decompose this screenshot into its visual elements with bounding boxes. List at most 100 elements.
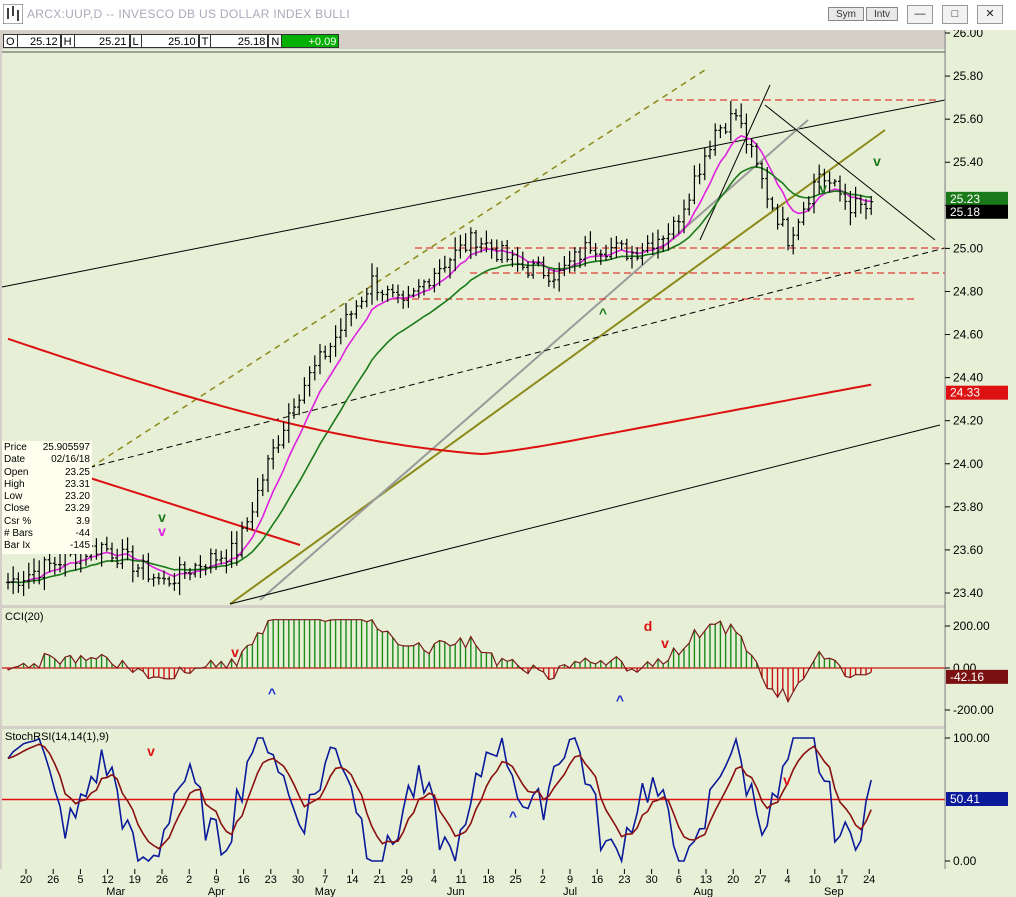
x-tick-label: 2 [540, 874, 546, 886]
y-tick-label: 25.40 [953, 155, 983, 169]
x-month-label: Mar [106, 886, 125, 897]
red-v-marker: v [783, 772, 791, 788]
cci-panel [2, 608, 945, 726]
x-tick-label: 26 [47, 874, 59, 886]
x-tick-label: 30 [292, 874, 304, 886]
cursor-info-box: Price 25.905597 Date 02/16/18 Open 23.25 Hi… [2, 441, 92, 554]
x-tick-label: 7 [322, 874, 328, 886]
x-tick-label: 14 [346, 874, 358, 886]
x-month-label: Aug [693, 886, 713, 897]
low-value: 25.10 [141, 34, 199, 48]
window-title: ARCX:UUP,D -- INVESCO DB US DOLLAR INDEX… [27, 7, 350, 21]
red-d-marker: d [644, 618, 653, 634]
info-row: Bar Ix -145 [4, 540, 90, 552]
last-label: T [198, 34, 212, 48]
x-tick-label: 29 [401, 874, 413, 886]
x-tick-label: 5 [77, 874, 83, 886]
cci-tick-label: 200.00 [953, 619, 990, 633]
interval-button[interactable]: Intv [866, 7, 898, 21]
red-v-marker: v [147, 743, 155, 759]
price-panel [2, 49, 945, 605]
blue-caret-marker: ^ [268, 685, 276, 701]
x-tick-label: 11 [455, 874, 466, 886]
net-change-value: +0.09 [282, 34, 340, 48]
x-tick-label: 18 [482, 874, 494, 886]
x-tick-label: 16 [591, 874, 603, 886]
x-tick-label: 2 [186, 874, 192, 886]
x-tick-label: 19 [129, 874, 141, 886]
last-value: 25.18 [211, 34, 269, 48]
x-tick-label: 20 [727, 874, 739, 886]
info-row: Close 23.29 [4, 503, 90, 515]
low-label: L [129, 34, 142, 48]
y-tick-label: 26.00 [953, 30, 983, 40]
x-tick-label: 30 [645, 874, 657, 886]
x-tick-label: 26 [156, 874, 168, 886]
x-tick-label: 16 [237, 874, 249, 886]
info-row: Open 23.25 [4, 466, 90, 478]
y-tick-label: 23.60 [953, 543, 983, 557]
info-row: High 23.31 [4, 478, 90, 490]
title-bar: ARCX:UUP,D -- INVESCO DB US DOLLAR INDEX… [0, 0, 1016, 31]
net-label: N [268, 34, 283, 48]
y-tick-label: 24.00 [953, 457, 983, 471]
high-value: 25.21 [74, 34, 130, 48]
cci-tick-label: -200.00 [953, 703, 994, 717]
y-tick-label: 25.00 [953, 241, 983, 255]
ma-mid-price-label: 25.23 [950, 192, 980, 206]
y-tick-label: 23.40 [953, 586, 983, 600]
x-tick-label: 9 [567, 874, 573, 886]
info-row: Low 23.20 [4, 491, 90, 503]
info-row: Price 25.905597 [4, 442, 90, 453]
x-tick-label: 6 [676, 874, 682, 886]
close-icon[interactable]: ✕ [977, 5, 1003, 24]
x-tick-label: 10 [809, 874, 821, 886]
open-label: O [3, 34, 18, 48]
last-price-label: 25.18 [950, 205, 980, 219]
info-row: Date 02/16/18 [4, 454, 90, 466]
high-label: H [60, 34, 75, 48]
blue-caret-marker: ^ [509, 808, 517, 824]
stoch-tick-label: 0.00 [953, 854, 977, 868]
y-tick-label: 25.80 [953, 69, 983, 83]
red-v-marker: v [231, 644, 239, 660]
y-tick-label: 24.20 [953, 414, 983, 428]
stochrsi-title: StochRSI(14,14(1),9) [5, 731, 109, 743]
x-tick-label: 24 [863, 874, 875, 886]
x-tick-label: 9 [213, 874, 219, 886]
chart-area: vvvv^v^dv^v^v 26.0025.8025.6025.4025.202… [0, 30, 1016, 897]
x-month-label: Apr [208, 886, 225, 897]
x-tick-label: 4 [785, 874, 791, 886]
green-v-marker: v [873, 153, 881, 169]
cci-title: CCI(20) [5, 611, 44, 623]
open-value: 25.12 [17, 34, 61, 48]
maximize-icon[interactable]: □ [942, 5, 968, 24]
green-v-marker: v [819, 180, 827, 196]
y-tick-label: 24.60 [953, 328, 983, 342]
x-tick-label: 21 [373, 874, 385, 886]
x-month-label: Jul [563, 886, 577, 897]
stoch-tick-label: 100.00 [953, 731, 990, 745]
x-tick-label: 23 [618, 874, 630, 886]
info-row: # Bars -44 [4, 528, 90, 540]
green-caret-marker: ^ [599, 305, 607, 321]
x-tick-label: 23 [265, 874, 277, 886]
chart-app-icon [3, 4, 23, 24]
x-month-label: May [315, 886, 336, 897]
x-tick-label: 25 [509, 874, 521, 886]
quote-bar: O 25.12 H 25.21 L 25.10 T 25.18 N +0.09 [3, 34, 340, 48]
y-tick-label: 23.80 [953, 500, 983, 514]
symbol-button[interactable]: Sym [828, 7, 864, 21]
red-v-marker: v [661, 635, 669, 651]
x-tick-label: 13 [700, 874, 712, 886]
y-tick-label: 24.40 [953, 371, 983, 385]
cci-value-label: -42.16 [950, 670, 984, 684]
y-tick-label: 25.60 [953, 112, 983, 126]
blue-caret-marker: ^ [616, 692, 624, 708]
x-tick-label: 20 [20, 874, 32, 886]
magenta-v-marker: v [158, 523, 166, 539]
x-tick-label: 12 [101, 874, 113, 886]
x-month-label: Jun [447, 886, 465, 897]
x-month-label: Sep [824, 886, 844, 897]
minimize-icon[interactable]: — [907, 5, 933, 24]
